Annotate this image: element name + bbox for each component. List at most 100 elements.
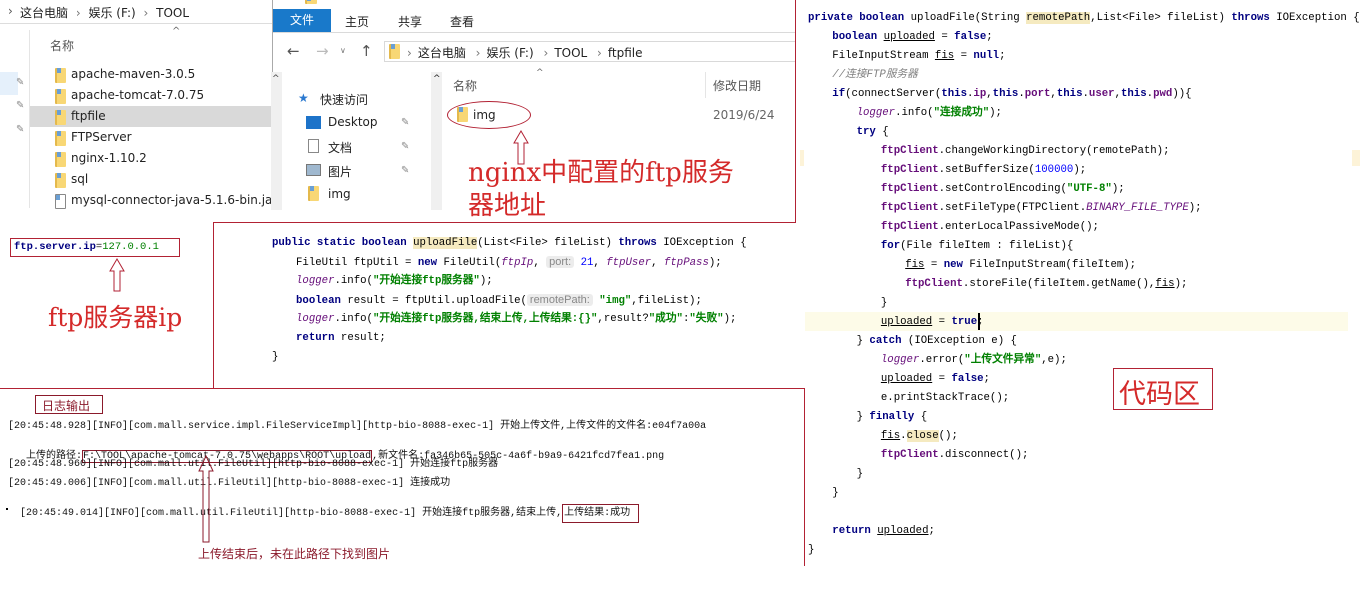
tab-home[interactable]: 主页 <box>345 13 369 30</box>
divider <box>705 72 706 98</box>
string-literal: "开始连接ftp服务器" <box>372 275 480 287</box>
nav-desktop[interactable]: Desktop <box>328 115 378 129</box>
field: ftpClient <box>880 221 939 233</box>
recent-chevron-icon[interactable]: ∨ <box>340 46 346 55</box>
keyword: this <box>1056 88 1083 100</box>
keyword: false <box>951 373 984 385</box>
log-line: [20:45:49.014][INFO][com.mall.util.FileU… <box>8 492 640 523</box>
field: ftpClient <box>905 278 963 290</box>
code-line: for(File fileItem : fileList){ <box>881 237 1073 256</box>
code-line: logger.info("开始连接ftp服务器,结束上传,上传结果:{}",re… <box>296 310 736 329</box>
crumb-ftpfile[interactable]: ftpfile <box>608 46 643 60</box>
code-text: ; <box>986 31 993 43</box>
code-text: ; <box>928 525 935 537</box>
keyword: try <box>856 126 883 138</box>
column-name-header[interactable]: 名称 <box>50 37 74 54</box>
selected-row-bg <box>30 106 272 127</box>
nginx-annotation-line2: 器地址 <box>468 191 547 221</box>
scroll-marker <box>1352 150 1360 166</box>
keyword: null <box>973 50 1000 62</box>
nav-quick-access[interactable]: 快速访问 <box>320 91 368 108</box>
string-literal: "连接成功" <box>933 107 990 119</box>
static-field: logger <box>856 107 896 119</box>
nav-scrollbar[interactable] <box>271 72 282 210</box>
code-text: , <box>593 257 607 269</box>
pin-icon[interactable]: ✎ <box>16 101 24 111</box>
documents-icon <box>308 139 319 153</box>
pin-icon[interactable]: ✎ <box>16 78 24 88</box>
crumb-this-pc[interactable]: 这台电脑 <box>418 46 466 60</box>
code-text: .disconnect(); <box>938 449 1029 461</box>
code-text: = <box>954 50 974 62</box>
pin-icon[interactable]: ✎ <box>401 166 409 176</box>
nav-pane-scrollbar[interactable] <box>431 72 442 210</box>
local-variable: uploaded <box>880 316 933 328</box>
file-list-item[interactable]: nginx-1.10.2 <box>71 151 147 165</box>
code-line: uploaded = true; <box>881 313 984 332</box>
code-text: ; <box>999 50 1006 62</box>
up-icon[interactable]: ↑ <box>360 42 373 60</box>
code-text: uploadFile(String <box>910 12 1027 24</box>
code-text: (connectServer( <box>845 88 942 100</box>
code-text: ; <box>977 316 984 328</box>
code-text: ); <box>1111 183 1125 195</box>
file-list-item[interactable]: ftpfile <box>71 109 106 123</box>
code-text: )){ <box>1172 88 1192 100</box>
code-line: } finally { <box>857 408 928 427</box>
back-icon[interactable]: ← <box>287 42 300 60</box>
scroll-up-icon[interactable]: ^ <box>272 74 280 84</box>
nav-img[interactable]: img <box>328 187 351 201</box>
tab-view[interactable]: 查看 <box>450 13 474 30</box>
code-text: } <box>832 487 839 499</box>
file-list-item[interactable]: mysql-connector-java-5.1.6-bin.jar <box>71 193 277 207</box>
static-field: ftpPass <box>663 257 709 269</box>
string-literal: "UTF-8" <box>1066 183 1112 195</box>
file-list-item[interactable]: apache-tomcat-7.0.75 <box>71 88 204 102</box>
code-text: = <box>932 316 952 328</box>
pin-icon[interactable]: ✎ <box>401 142 409 152</box>
column-name-header[interactable]: 名称 <box>453 77 477 94</box>
code-line: ftpClient.enterLocalPassiveMode(); <box>881 218 1099 237</box>
crumb-tool[interactable]: TOOL <box>156 6 189 20</box>
keyword: new <box>943 259 970 271</box>
code-line: fis.close(); <box>881 427 958 446</box>
pin-icon[interactable]: ✎ <box>16 125 24 135</box>
nav-pictures[interactable]: 图片 <box>328 163 352 180</box>
code-text: .error( <box>919 354 965 366</box>
keyword: return <box>832 525 878 537</box>
local-variable: fis <box>880 430 901 442</box>
scroll-up-icon[interactable]: ^ <box>433 74 441 84</box>
code-line: } <box>832 484 838 503</box>
forward-icon[interactable]: → <box>316 42 329 60</box>
keyword: finally <box>869 411 921 423</box>
config-key: ftp.server.ip <box>14 241 96 253</box>
crumb-tool[interactable]: TOOL <box>554 46 587 60</box>
code-line: ftpClient.disconnect(); <box>881 446 1029 465</box>
static-field: ftpUser <box>606 257 652 269</box>
file-list-item[interactable]: apache-maven-3.0.5 <box>71 67 195 81</box>
tab-file[interactable]: 文件 <box>273 9 331 32</box>
code-line: } <box>808 541 814 560</box>
file-list-item[interactable]: sql <box>71 172 88 186</box>
highlighted-identifier: remotePath <box>1026 12 1091 24</box>
static-field: ftpIp <box>501 257 534 269</box>
crumb-this-pc[interactable]: 这台电脑 <box>20 6 68 20</box>
desktop-icon <box>306 116 321 129</box>
crumb-drive[interactable]: 娱乐 (F:) <box>88 6 135 20</box>
column-date-header[interactable]: 修改日期 <box>713 77 761 94</box>
keyword: for <box>880 240 901 252</box>
string-literal: "成功" <box>648 313 683 325</box>
tab-share[interactable]: 共享 <box>398 13 422 30</box>
pin-icon[interactable]: ✎ <box>401 118 409 128</box>
local-variable: uploaded <box>880 373 933 385</box>
code-text: FileUtil ftpUtil = <box>296 257 418 269</box>
code-line: e.printStackTrace(); <box>881 389 1009 408</box>
code-line: boolean result = ftpUtil.uploadFile(remo… <box>296 291 702 310</box>
nav-documents[interactable]: 文档 <box>328 139 352 156</box>
code-text: IOException { <box>1276 12 1360 24</box>
file-list-item[interactable]: FTPServer <box>71 130 132 144</box>
keyword: catch <box>869 335 908 347</box>
field: pwd <box>1153 88 1173 100</box>
crumb-drive[interactable]: 娱乐 (F:) <box>486 46 533 60</box>
code-text: .setBufferSize( <box>938 164 1035 176</box>
